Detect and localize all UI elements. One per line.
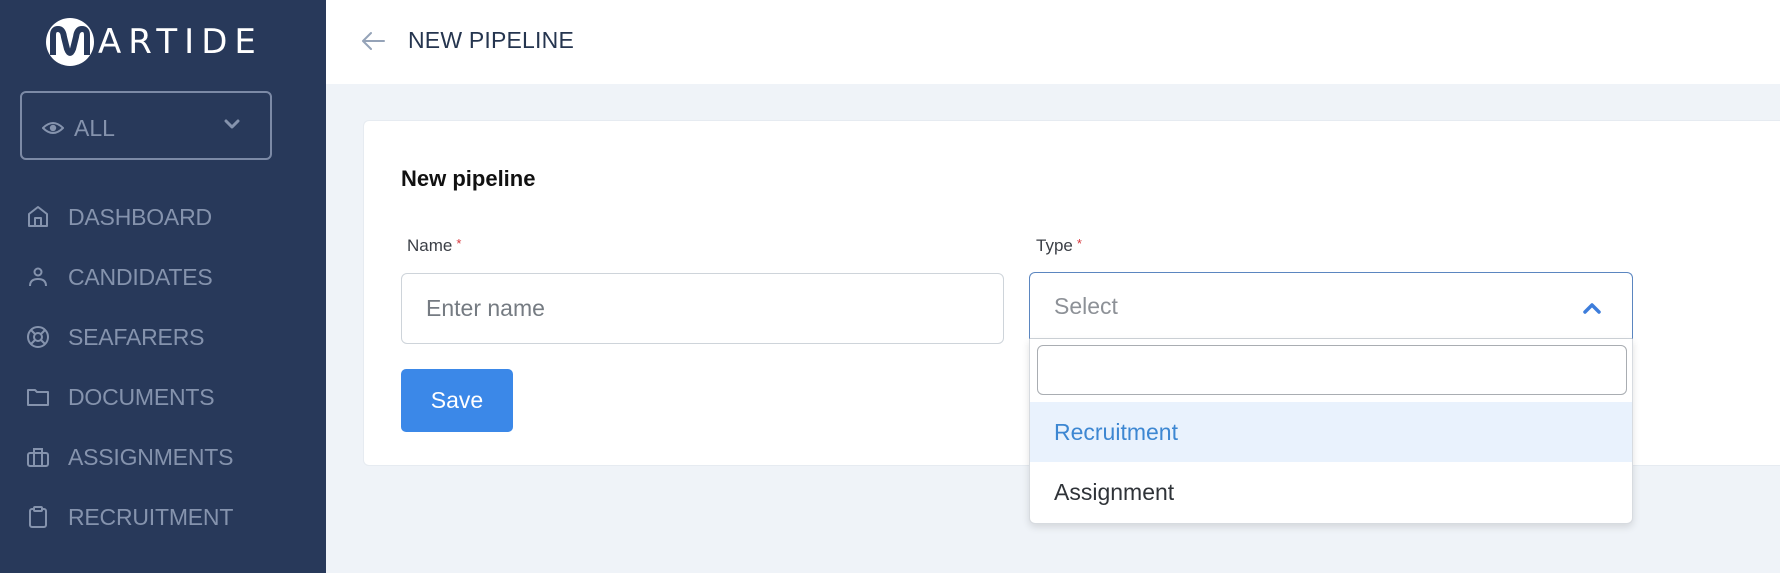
sidebar-item-label: CANDIDATES bbox=[68, 263, 213, 290]
user-icon bbox=[29, 267, 47, 287]
card-title: New pipeline bbox=[401, 166, 536, 191]
sidebar-item-recruitment[interactable]: RECRUITMENT bbox=[0, 495, 326, 539]
name-input[interactable] bbox=[401, 273, 1004, 344]
chevron-down-icon bbox=[224, 119, 240, 129]
sidebar-item-seafarers[interactable]: SEAFARERS bbox=[0, 315, 326, 359]
logo[interactable]: ARTIDE bbox=[46, 18, 263, 66]
page-header: NEW PIPELINE bbox=[326, 0, 1780, 84]
clipboard-icon bbox=[29, 506, 47, 528]
sidebar-item-label: DOCUMENTS bbox=[68, 383, 215, 410]
logo-mark-icon bbox=[46, 18, 94, 66]
type-select[interactable]: Select bbox=[1029, 272, 1633, 339]
type-option-assignment[interactable]: Assignment bbox=[1030, 462, 1632, 522]
page-title: NEW PIPELINE bbox=[408, 27, 574, 53]
view-filter-label: ALL bbox=[74, 115, 115, 141]
folder-icon bbox=[27, 389, 49, 406]
save-button[interactable]: Save bbox=[401, 369, 513, 432]
name-label-text: Name bbox=[407, 236, 453, 255]
eye-icon bbox=[42, 121, 64, 134]
type-label: Type * bbox=[1036, 236, 1082, 256]
sidebar: ARTIDE ALL DASHBOARD CANDIDATES SEAFARER… bbox=[0, 0, 326, 573]
sidebar-item-candidates[interactable]: CANDIDATES bbox=[0, 255, 326, 299]
sidebar-item-label: ASSIGNMENTS bbox=[68, 443, 234, 470]
type-dropdown-menu: Recruitment Assignment bbox=[1029, 339, 1633, 524]
required-mark: * bbox=[1076, 236, 1082, 251]
sidebar-item-label: DASHBOARD bbox=[68, 203, 212, 230]
type-search-input[interactable] bbox=[1037, 345, 1627, 395]
sidebar-item-documents[interactable]: DOCUMENTS bbox=[0, 375, 326, 419]
briefcase-icon bbox=[27, 448, 49, 467]
type-option-recruitment[interactable]: Recruitment bbox=[1030, 402, 1632, 462]
view-filter-select[interactable]: ALL bbox=[20, 91, 272, 160]
lifebuoy-icon bbox=[27, 326, 49, 348]
chevron-up-icon bbox=[1583, 303, 1601, 314]
sidebar-item-label: RECRUITMENT bbox=[68, 503, 234, 530]
sidebar-item-label: SEAFARERS bbox=[68, 323, 205, 350]
type-select-placeholder: Select bbox=[1054, 293, 1118, 319]
logo-text: ARTIDE bbox=[98, 22, 263, 62]
sidebar-item-assignments[interactable]: ASSIGNMENTS bbox=[0, 435, 326, 479]
name-label: Name * bbox=[407, 236, 461, 256]
arrow-left-icon[interactable] bbox=[360, 28, 386, 54]
sidebar-item-dashboard[interactable]: DASHBOARD bbox=[0, 195, 326, 239]
home-icon bbox=[28, 206, 48, 227]
required-mark: * bbox=[456, 236, 462, 251]
type-label-text: Type bbox=[1036, 236, 1073, 255]
